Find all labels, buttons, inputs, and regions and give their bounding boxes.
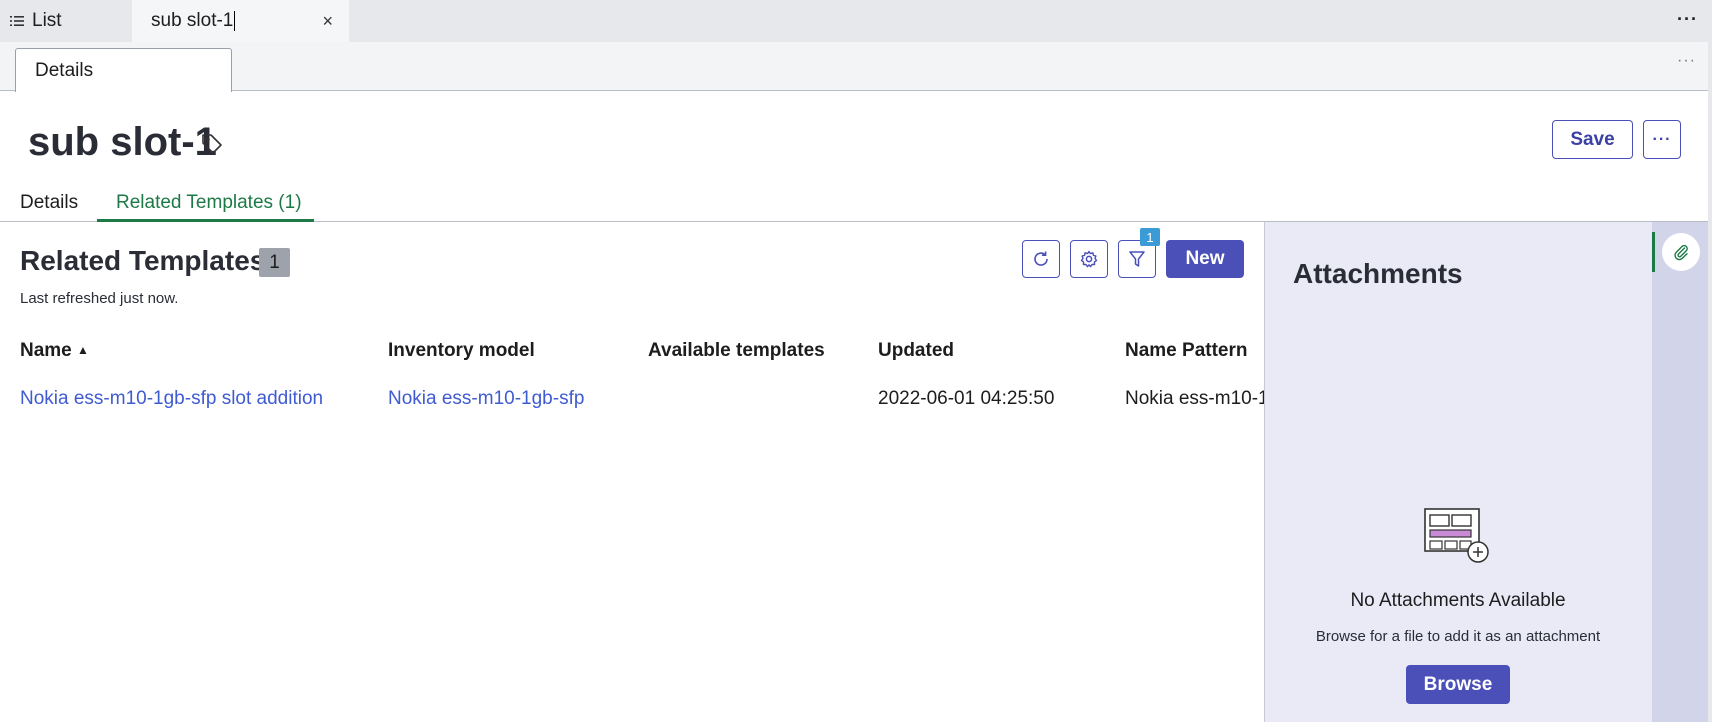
tag-icon[interactable] xyxy=(200,132,224,156)
tab-list-label: List xyxy=(32,10,62,31)
top-more-icon[interactable]: ··· xyxy=(1677,9,1698,30)
rail-active-indicator xyxy=(1652,232,1655,272)
save-button[interactable]: Save xyxy=(1552,120,1633,159)
empty-state-title: No Attachments Available xyxy=(1350,590,1566,611)
subbar-more-icon[interactable]: ··· xyxy=(1677,52,1696,70)
subtab-details[interactable]: Details xyxy=(15,48,232,92)
empty-state-subtitle: Browse for a file to add it as an attach… xyxy=(1315,628,1601,645)
window-edge xyxy=(1708,0,1712,722)
new-button[interactable]: New xyxy=(1166,240,1244,278)
refresh-button[interactable] xyxy=(1022,240,1060,278)
row-name-link[interactable]: Nokia ess-m10-1gb-sfp slot addition xyxy=(20,388,323,410)
last-refreshed-text: Last refreshed just now. xyxy=(20,290,179,307)
row-inventory-model-link[interactable]: Nokia ess-m10-1gb-sfp xyxy=(388,388,584,410)
tab-related-templates[interactable]: Related Templates (1) xyxy=(116,192,302,214)
column-header-name[interactable]: Name ▲ xyxy=(20,340,89,362)
attachments-toggle-button[interactable] xyxy=(1662,233,1700,271)
browse-button[interactable]: Browse xyxy=(1406,665,1510,704)
filter-icon xyxy=(1129,251,1145,267)
column-name-label: Name xyxy=(20,340,72,361)
row-name-pattern: Nokia ess-m10-1gb-sfp xyxy=(1125,388,1264,409)
tab-sub-slot-1-label: sub slot-1 xyxy=(151,10,234,31)
tab-sub-slot-1[interactable]: sub slot-1 × xyxy=(132,0,349,42)
record-count-badge: 1 xyxy=(259,248,290,277)
attachment-empty-illustration xyxy=(1424,508,1489,563)
row-updated: 2022-06-01 04:25:50 xyxy=(878,388,1055,409)
sub-tab-bar: Details ··· xyxy=(0,42,1708,92)
section-title: Related Templates xyxy=(20,245,266,276)
top-tab-bar: List sub slot-1 × ··· xyxy=(0,0,1712,42)
sort-ascending-icon: ▲ xyxy=(77,343,89,357)
attachments-title: Attachments xyxy=(1293,258,1463,289)
record-tabs: Details Related Templates (1) xyxy=(0,186,1708,222)
settings-button[interactable] xyxy=(1070,240,1108,278)
active-tab-indicator xyxy=(97,219,314,222)
close-icon[interactable]: × xyxy=(322,11,333,32)
tab-list[interactable]: List xyxy=(10,0,62,42)
column-header-updated[interactable]: Updated xyxy=(878,340,954,362)
header-more-button[interactable]: ··· xyxy=(1643,120,1681,159)
list-icon xyxy=(10,16,24,26)
column-header-inventory-model[interactable]: Inventory model xyxy=(388,340,535,362)
column-header-available-templates[interactable]: Available templates xyxy=(648,340,825,362)
tab-details[interactable]: Details xyxy=(20,192,78,214)
filter-count-badge: 1 xyxy=(1140,228,1160,246)
attachments-panel xyxy=(1264,222,1652,722)
row-name-pattern-clip: Nokia ess-m10-1gb-sfp xyxy=(1120,380,1264,420)
attachments-rail xyxy=(1652,222,1708,722)
paperclip-icon xyxy=(1674,244,1688,261)
text-caret xyxy=(234,11,236,31)
refresh-icon xyxy=(1034,251,1048,266)
gear-icon xyxy=(1080,250,1098,268)
column-header-name-pattern[interactable]: Name Pattern xyxy=(1125,340,1248,362)
page-title: sub slot-1 xyxy=(28,120,217,164)
